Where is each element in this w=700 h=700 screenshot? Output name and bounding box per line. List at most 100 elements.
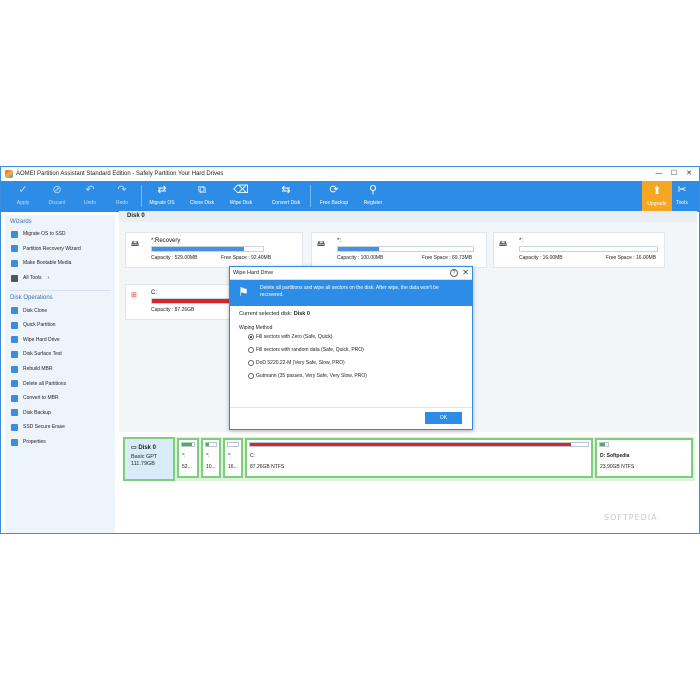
register-button[interactable]: ⚲ Register xyxy=(355,183,391,211)
bootable-media-icon xyxy=(11,259,18,267)
sidebar-item-label: Partition Recovery Wizard xyxy=(23,245,81,252)
partition-name: *: xyxy=(519,238,524,244)
usage-bar-fill xyxy=(206,443,209,446)
sidebar-item-make-bootable-media[interactable]: Make Bootable Media xyxy=(5,256,115,271)
dialog-footer: OK xyxy=(230,407,472,429)
radio-button[interactable] xyxy=(248,334,254,340)
sidebar-item-all-tools[interactable]: All Tools › xyxy=(5,271,115,286)
sidebar-item-delete-all-partitions[interactable]: Delete all Partitions xyxy=(5,376,115,391)
block-name: D: Softpedia xyxy=(600,453,630,459)
minimize-button[interactable]: — xyxy=(653,169,665,179)
block-size: 10... xyxy=(206,464,216,470)
delete-icon xyxy=(11,380,18,388)
sidebar-item-wipe-hard-drive[interactable]: Wipe Hard Drive xyxy=(5,333,115,348)
apply-button[interactable]: ✓ Apply xyxy=(5,183,41,211)
surface-test-icon xyxy=(11,350,18,358)
disk-map-block-d[interactable]: D: Softpedia 23.90GB NTFS xyxy=(595,438,693,478)
help-icon[interactable]: ? xyxy=(450,269,458,277)
radio-label: Fill sectors with random data (Safe, Qui… xyxy=(256,347,364,353)
method-random-radio[interactable]: Fill sectors with random data (Safe, Qui… xyxy=(248,346,364,354)
disk-map-block[interactable]: *: 10... xyxy=(201,438,221,478)
sidebar-item-label: Properties xyxy=(23,439,46,446)
redo-icon: ↷ xyxy=(117,184,127,196)
drive-icon: 🖴 xyxy=(499,239,508,248)
usage-bar-fill xyxy=(182,443,192,446)
sidebar-item-properties[interactable]: Properties xyxy=(5,435,115,450)
checkmark-icon: ✓ xyxy=(18,184,28,196)
sidebar-item-rebuild-mbr[interactable]: Rebuild MBR xyxy=(5,362,115,377)
wipe-disk-icon: ⌫ xyxy=(233,184,249,196)
block-size: 52... xyxy=(182,464,192,470)
search-icon: ⚲ xyxy=(368,184,378,196)
sidebar-item-label: Disk Clone xyxy=(23,307,48,314)
sidebar-item-disk-clone[interactable]: Disk Clone xyxy=(5,303,115,318)
block-size: 16... xyxy=(228,464,238,470)
disk-size: 111.79GB xyxy=(131,461,155,467)
clone-disk-icon: ⧉ xyxy=(198,184,206,196)
disk-0-summary[interactable]: ▭ Disk 0 Basic GPT 111.79GB xyxy=(123,437,175,481)
dialog-banner: ⚑ Delete all partitions and wipe all sec… xyxy=(230,280,472,306)
sidebar-item-migrate-os-to-ssd[interactable]: Migrate OS to SSD xyxy=(5,227,115,242)
method-dod-radio[interactable]: DoD 5220.22-M (Very Safe, Slow, PRO) xyxy=(248,359,345,367)
sidebar-item-convert-to-mbr[interactable]: Convert to MBR xyxy=(5,391,115,406)
partition-card-system[interactable]: 🖴 *: Capacity : 100.00MB Free Space : 69… xyxy=(311,232,487,268)
usage-bar xyxy=(249,442,589,447)
wipe-disk-label: Wipe Disk xyxy=(229,200,253,206)
clone-disk-label: Clone Disk xyxy=(189,200,215,206)
radio-label: Fill sectors with Zero (Safe, Quick) xyxy=(256,334,333,340)
clone-disk-button[interactable]: ⧉ Clone Disk xyxy=(184,183,220,211)
radio-button[interactable] xyxy=(248,347,254,353)
free-backup-button[interactable]: ⟳ Free Backup xyxy=(314,183,354,211)
ok-button[interactable]: OK xyxy=(425,412,462,424)
wizards-heading: Wizards xyxy=(10,219,32,225)
sidebar-item-ssd-secure-erase[interactable]: SSD Secure Erase xyxy=(5,420,115,435)
radio-button[interactable] xyxy=(248,360,254,366)
disk-map-block[interactable]: *: 52... xyxy=(177,438,199,478)
disk-map-block[interactable]: *: 16... xyxy=(223,438,243,478)
secure-erase-icon xyxy=(11,423,18,431)
sidebar: Wizards Migrate OS to SSD Partition Reco… xyxy=(5,215,115,533)
dialog-close-button[interactable]: ✕ xyxy=(462,268,469,278)
usage-bar-fill xyxy=(152,299,230,303)
convert-disk-button[interactable]: ⇆ Convert Disk xyxy=(266,183,306,211)
usage-bar-fill xyxy=(250,443,572,446)
backup-icon: ⟳ xyxy=(329,184,339,196)
window-title: AOMEI Partition Assistant Standard Editi… xyxy=(16,171,224,177)
partition-name: *: xyxy=(337,238,342,244)
sidebar-item-disk-surface-test[interactable]: Disk Surface Test xyxy=(5,347,115,362)
sidebar-item-quick-partition[interactable]: Quick Partition xyxy=(5,318,115,333)
free-space-text: Free Space : 69.73MB xyxy=(422,255,473,261)
wiping-method-label: Wiping Method xyxy=(239,325,273,331)
partition-card-c[interactable]: ⊞ C: Capacity : 87.26GB xyxy=(125,284,235,320)
usage-bar xyxy=(519,246,658,252)
discard-button[interactable]: ⊘ Discard xyxy=(39,183,75,211)
radio-label: Gutmann (35 passes, Very Safe, Very Slow… xyxy=(256,373,367,379)
radio-button[interactable] xyxy=(248,373,254,379)
method-zero-radio[interactable]: Fill sectors with Zero (Safe, Quick) xyxy=(248,333,332,341)
wipe-disk-button[interactable]: ⌫ Wipe Disk xyxy=(223,183,259,211)
wipe-icon xyxy=(11,336,18,344)
close-button[interactable]: ✕ xyxy=(683,169,695,179)
undo-icon: ↶ xyxy=(85,184,95,196)
migrate-os-button[interactable]: ⇄ Migrate OS xyxy=(144,183,180,211)
usage-bar-fill xyxy=(152,247,245,251)
disk-map-block-c[interactable]: C: 87.26GB NTFS xyxy=(245,438,593,478)
sidebar-item-partition-recovery-wizard[interactable]: Partition Recovery Wizard xyxy=(5,242,115,257)
banner-text: Delete all partitions and wipe all secto… xyxy=(260,285,439,298)
method-gutmann-radio[interactable]: Gutmann (35 passes, Very Safe, Very Slow… xyxy=(248,372,367,380)
block-size: 23.90GB NTFS xyxy=(600,464,635,470)
redo-button[interactable]: ↷ Redo xyxy=(104,183,140,211)
radio-label: DoD 5220.22-M (Very Safe, Slow, PRO) xyxy=(256,360,345,366)
upgrade-button[interactable]: ⬆ Upgrade xyxy=(642,181,672,212)
undo-button[interactable]: ↶ Undo xyxy=(72,183,108,211)
tools-icon: ✂ xyxy=(677,184,687,196)
sidebar-item-disk-backup[interactable]: Disk Backup xyxy=(5,406,115,421)
disk-operations-heading: Disk Operations xyxy=(10,295,53,302)
maximize-button[interactable]: ☐ xyxy=(668,169,680,179)
sidebar-item-label: Delete all Partitions xyxy=(23,380,67,387)
free-space-text: Free Space : 92.40MB xyxy=(221,255,272,261)
partition-card-msr[interactable]: 🖴 *: Capacity : 16.00MB Free Space : 16.… xyxy=(493,232,665,268)
current-disk-value: Disk 0 xyxy=(293,311,310,317)
capacity-text: Capacity : 529.00MB xyxy=(151,255,198,261)
partition-card-recovery[interactable]: 🖴 *:Recovery Capacity : 529.00MB Free Sp… xyxy=(125,232,303,268)
